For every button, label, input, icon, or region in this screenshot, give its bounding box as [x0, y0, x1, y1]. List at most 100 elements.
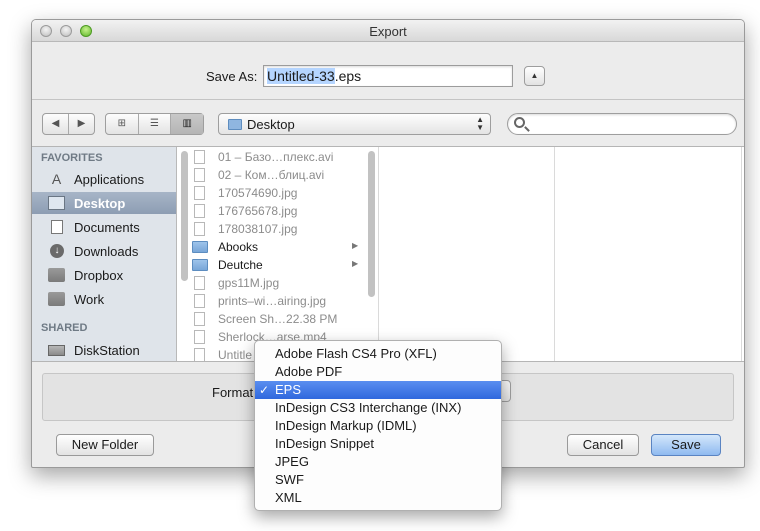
file-icon — [194, 330, 205, 344]
file-icon — [194, 204, 205, 218]
location-popup[interactable]: Desktop ▲ ▼ — [218, 113, 491, 135]
sidebar-item-applications[interactable]: A Applications — [32, 168, 176, 190]
menu-item-label: EPS — [275, 382, 302, 397]
sidebar-item-label: DiskStation — [74, 343, 140, 358]
file-column-scrollbar[interactable] — [368, 151, 375, 297]
column-divider — [554, 147, 555, 361]
menu-item-xfl[interactable]: Adobe Flash CS4 Pro (XFL) — [255, 345, 501, 363]
menu-item-snippet[interactable]: InDesign Snippet — [255, 435, 501, 453]
chevron-right-icon: ▶ — [352, 241, 359, 250]
sidebar-item-label: Work — [74, 292, 105, 307]
column-view-icon: ▥ — [182, 118, 192, 129]
menu-item-swf[interactable]: SWF — [255, 471, 501, 489]
file-icon — [194, 276, 205, 290]
file-row[interactable]: prints–wi…airing.jpg — [189, 292, 369, 310]
folder-name: Abooks — [218, 240, 259, 254]
folder-icon — [228, 119, 242, 130]
sidebar-item-work[interactable]: Work — [32, 288, 176, 310]
file-icon — [194, 222, 205, 236]
cancel-button[interactable]: Cancel — [567, 434, 639, 456]
sidebar: FAVORITES A Applications Desktop Documen… — [32, 147, 177, 361]
folder-row[interactable]: Deutche ▶ — [189, 256, 369, 274]
folder-icon — [48, 268, 65, 282]
file-name: prints–wi…airing.jpg — [218, 294, 327, 308]
sidebar-item-diskstation[interactable]: DiskStation — [32, 339, 176, 361]
back-button[interactable]: ◀ — [43, 114, 69, 134]
save-as-label: Save As: — [206, 69, 258, 84]
file-icon — [194, 348, 205, 361]
save-as-input[interactable]: Untitled-33.eps — [263, 65, 513, 87]
file-icon — [194, 294, 205, 308]
list-view-button[interactable]: ☰ — [139, 114, 172, 134]
menu-item-inx[interactable]: InDesign CS3 Interchange (INX) — [255, 399, 501, 417]
folder-row[interactable]: Abooks ▶ — [189, 238, 369, 256]
folder-icon — [192, 259, 208, 271]
file-name: 178038107.jpg — [218, 222, 298, 236]
chevron-up-icon: ▲ — [530, 71, 539, 80]
forward-button[interactable]: ▶ — [69, 114, 94, 134]
sidebar-item-label: Downloads — [74, 244, 139, 259]
applications-icon: A — [51, 171, 62, 187]
folder-name: Deutche — [218, 258, 263, 272]
updown-arrows-icon: ▲ ▼ — [476, 115, 484, 132]
view-mode-control: ⊞ ☰ ▥ — [105, 113, 204, 135]
file-name: 01 – Базо…плекс.avi — [218, 150, 334, 164]
file-row[interactable]: 170574690.jpg — [189, 184, 369, 202]
file-icon — [194, 150, 205, 164]
file-row[interactable]: 176765678.jpg — [189, 202, 369, 220]
file-name: Screen Sh…22.38 PM — [218, 312, 338, 326]
file-name: gps11M.jpg — [218, 276, 280, 290]
documents-icon — [51, 220, 63, 234]
forward-arrow-icon: ▶ — [77, 118, 86, 129]
nas-icon — [48, 345, 65, 356]
sidebar-item-documents[interactable]: Documents — [32, 216, 176, 238]
chevron-right-icon: ▶ — [352, 259, 359, 268]
file-row[interactable]: 01 – Базо…плекс.avi — [189, 148, 369, 166]
downloads-icon: ↓ — [50, 244, 64, 258]
location-label: Desktop — [247, 117, 295, 132]
file-column: 01 – Базо…плекс.avi 02 – Ком…блиц.avi 17… — [189, 147, 379, 361]
divider — [32, 99, 744, 100]
folder-icon — [48, 292, 65, 306]
column-view-button[interactable]: ▥ — [171, 114, 204, 134]
sidebar-item-label: Desktop — [74, 196, 126, 211]
file-row[interactable]: 178038107.jpg — [189, 220, 369, 238]
file-browser: FAVORITES A Applications Desktop Documen… — [32, 146, 744, 362]
menu-item-pdf[interactable]: Adobe PDF — [255, 363, 501, 381]
save-as-extension: .eps — [334, 68, 362, 84]
menu-item-eps[interactable]: ✓ EPS — [255, 381, 501, 399]
sidebar-item-downloads[interactable]: ↓ Downloads — [32, 240, 176, 262]
format-label: Format — [212, 385, 254, 400]
sidebar-header-shared: SHARED — [41, 322, 88, 334]
sidebar-item-label: Applications — [74, 172, 145, 187]
sidebar-scrollbar[interactable] — [181, 151, 188, 281]
folder-icon — [192, 241, 208, 253]
menu-item-jpeg[interactable]: JPEG — [255, 453, 501, 471]
back-arrow-icon: ◀ — [51, 118, 60, 129]
icon-view-icon: ⊞ — [117, 118, 127, 129]
column-divider — [741, 147, 742, 361]
file-icon — [194, 186, 205, 200]
format-popup-menu: Adobe Flash CS4 Pro (XFL) Adobe PDF ✓ EPS… — [254, 340, 502, 511]
file-row[interactable]: 02 – Ком…блиц.avi — [189, 166, 369, 184]
sidebar-item-dropbox[interactable]: Dropbox — [32, 264, 176, 286]
file-row[interactable]: Screen Sh…22.38 PM — [189, 310, 369, 328]
sidebar-header-favorites: FAVORITES — [41, 152, 103, 164]
file-row[interactable]: gps11M.jpg — [189, 274, 369, 292]
sidebar-item-desktop[interactable]: Desktop — [32, 192, 176, 214]
search-field[interactable] — [507, 113, 737, 135]
file-name: 176765678.jpg — [218, 204, 298, 218]
window-title: Export — [369, 24, 407, 39]
search-icon — [514, 117, 525, 128]
file-name: Untitle — [218, 348, 253, 362]
desktop-icon — [48, 196, 65, 210]
file-name: 170574690.jpg — [218, 186, 298, 200]
menu-item-xml[interactable]: XML — [255, 489, 501, 507]
menu-item-idml[interactable]: InDesign Markup (IDML) — [255, 417, 501, 435]
new-folder-button[interactable]: New Folder — [56, 434, 154, 456]
save-button[interactable]: Save — [651, 434, 721, 456]
column-divider — [378, 147, 379, 361]
file-icon — [194, 168, 205, 182]
icon-view-button[interactable]: ⊞ — [106, 114, 139, 134]
collapse-dialog-button[interactable]: ▲ — [524, 66, 545, 86]
